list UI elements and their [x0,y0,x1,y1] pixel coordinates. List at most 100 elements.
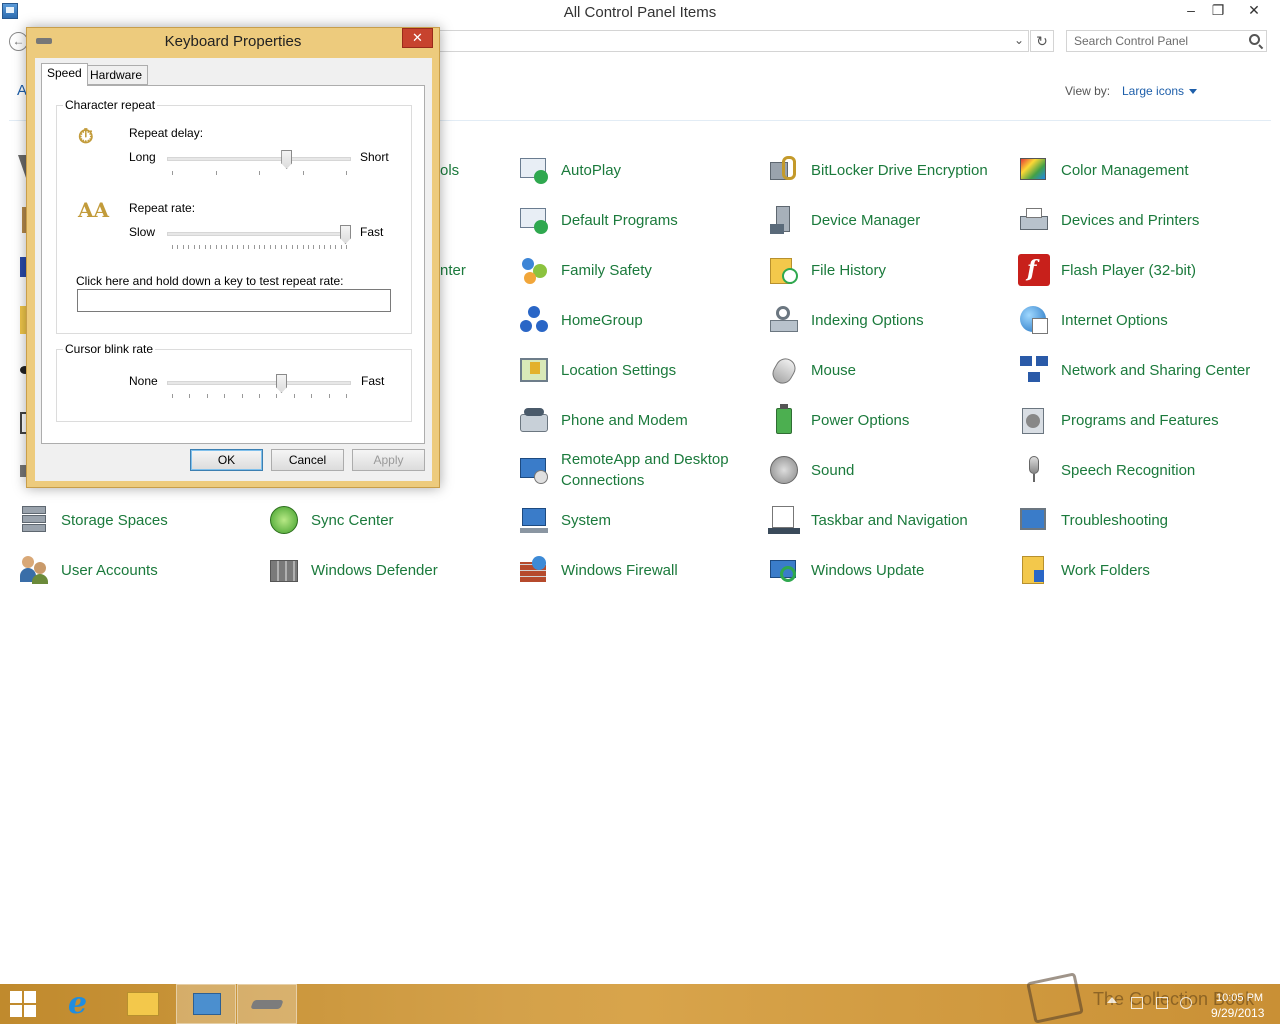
network-tray-icon[interactable] [1156,997,1168,1009]
tab-speed[interactable]: Speed [41,63,88,86]
cp-item-indexing-options[interactable]: Indexing Options [768,298,1013,342]
slider-tick [189,394,191,398]
cp-item-label: Power Options [811,411,910,429]
update-icon [768,554,800,586]
cp-item-label: Phone and Modem [561,411,688,429]
work-folders-icon [1018,554,1050,586]
view-by-select[interactable]: Large icons [1122,84,1198,98]
homegroup-icon [518,304,550,336]
search-icon[interactable] [1249,34,1260,45]
cp-item-bitlocker[interactable]: BitLocker Drive Encryption [768,148,1013,192]
slider-tick [177,245,179,249]
search-box[interactable] [1066,30,1267,52]
cp-item-windows-update[interactable]: Windows Update [768,548,1013,592]
blink-min-label: None [129,374,158,388]
power-icon [768,404,800,436]
cp-item-label: Color Management [1061,161,1189,179]
cp-item-programs-features[interactable]: Programs and Features [1018,398,1263,442]
cp-item-user-accounts[interactable]: User Accounts [18,548,263,592]
repeat-rate-slider-track[interactable] [167,232,351,236]
slider-tick [206,394,208,398]
control-panel-icon [193,993,221,1015]
dialog-close-button[interactable]: ✕ [402,28,433,48]
minimize-button[interactable]: – [1177,0,1205,22]
taskbar-icon [768,504,800,536]
cp-item-system[interactable]: System [518,498,763,542]
taskbar-control-panel[interactable] [176,984,236,1024]
cp-item-label: Internet Options [1061,311,1168,329]
cp-item-location-settings[interactable]: Location Settings [518,348,763,392]
cp-item-label: Device Manager [811,211,921,229]
taskbar: e [0,984,1280,1024]
address-dropdown-icon[interactable]: ⌄ [1014,33,1024,47]
slider-tick [253,245,255,249]
cp-item-work-folders[interactable]: Work Folders [1018,548,1263,592]
slider-tick [328,394,330,398]
cp-item-homegroup[interactable]: HomeGroup [518,298,763,342]
cp-item-remoteapp[interactable]: RemoteApp and Desktop Connections [518,448,763,492]
taskbar-keyboard-properties[interactable] [237,984,297,1024]
cp-item-devices-printers[interactable]: Devices and Printers [1018,198,1263,242]
close-button[interactable]: ✕ [1240,0,1268,22]
restore-button[interactable]: ❐ [1204,0,1232,22]
folder-icon [127,992,159,1016]
apply-button[interactable]: Apply [352,449,425,471]
show-hidden-icons-icon[interactable] [1107,997,1117,1003]
tab-hardware[interactable]: Hardware [84,65,149,85]
slider-tick [204,245,206,249]
taskbar-file-explorer[interactable] [113,984,173,1024]
start-button[interactable] [0,984,60,1024]
volume-icon[interactable] [1180,997,1192,1009]
partial-item-label[interactable]: ols [440,160,459,181]
cp-item-default-programs[interactable]: Default Programs [518,198,763,242]
slider-tick [242,245,244,249]
cp-item-color-management[interactable]: Color Management [1018,148,1263,192]
cp-item-file-history[interactable]: File History [768,248,1013,292]
cp-item-autoplay[interactable]: AutoPlay [518,148,763,192]
clock-date[interactable]: 9/29/2013 [1211,1006,1264,1020]
cp-item-family-safety[interactable]: Family Safety [518,248,763,292]
cp-item-speech-recognition[interactable]: Speech Recognition [1018,448,1263,492]
taskbar-internet-explorer[interactable]: e [52,984,112,1024]
repeat-delay-slider-track[interactable] [167,157,351,161]
cp-item-power-options[interactable]: Power Options [768,398,1013,442]
cp-item-taskbar-navigation[interactable]: Taskbar and Navigation [768,498,1013,542]
slider-tick [313,245,315,249]
cp-item-phone-and-modem[interactable]: Phone and Modem [518,398,763,442]
group-label: Cursor blink rate [63,342,156,356]
internet-options-icon [1018,304,1050,336]
system-icon [518,504,550,536]
cp-item-sync-center[interactable]: Sync Center [268,498,513,542]
cp-item-windows-firewall[interactable]: Windows Firewall [518,548,763,592]
cp-item-network-sharing[interactable]: Network and Sharing Center [1018,348,1263,392]
refresh-button[interactable]: ↻ [1030,30,1054,52]
test-repeat-input[interactable] [77,289,391,312]
slider-tick [307,245,309,249]
slider-tick [324,245,326,249]
cp-item-label: System [561,511,612,529]
search-input[interactable] [1067,31,1237,51]
cursor-blink-slider-track[interactable] [167,381,351,385]
partial-item-label[interactable]: nter [440,260,466,281]
ok-button[interactable]: OK [190,449,263,471]
cp-item-mouse[interactable]: Mouse [768,348,1013,392]
cp-item-flash-player[interactable]: f Flash Player (32-bit) [1018,248,1263,292]
address-bar[interactable]: ⌄ [440,30,1029,52]
internet-explorer-icon: e [68,986,88,1021]
cp-item-label: Indexing Options [811,311,924,329]
flag-icon[interactable] [1131,997,1143,1009]
cp-item-label: RemoteApp and Desktop Connections [561,451,729,489]
cp-item-internet-options[interactable]: Internet Options [1018,298,1263,342]
slider-tick [199,245,201,249]
cp-item-sound[interactable]: Sound [768,448,1013,492]
window-titlebar: All Control Panel Items – ❐ ✕ [0,0,1280,24]
slider-tick [182,245,184,249]
chevron-down-icon [1189,89,1198,95]
cp-item-windows-defender[interactable]: Windows Defender [268,548,513,592]
cp-item-device-manager[interactable]: Device Manager [768,198,1013,242]
cp-item-storage-spaces[interactable]: Storage Spaces [18,498,263,542]
clock-time[interactable]: 10:05 PM [1216,992,1263,1004]
cp-item-troubleshooting[interactable]: Troubleshooting [1018,498,1263,542]
cursor-blink-ticks [172,394,347,398]
cancel-button[interactable]: Cancel [271,449,344,471]
